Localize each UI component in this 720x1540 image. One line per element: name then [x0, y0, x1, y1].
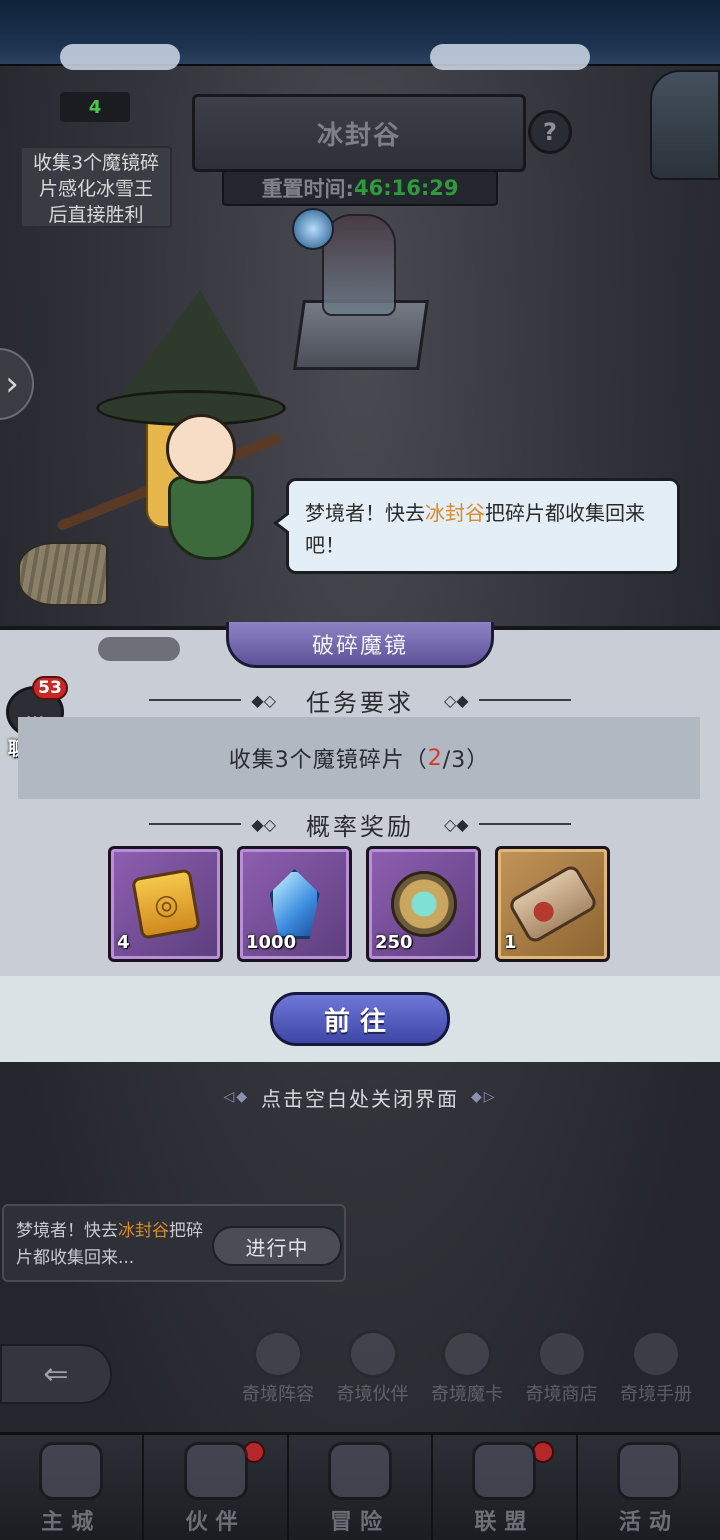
feature-lineup[interactable]: 奇境阵容 — [232, 1330, 324, 1406]
reward-heading: ◆◇ 概率奖励 ◇◆ — [0, 804, 720, 844]
reset-time: 46:16:29 — [353, 176, 459, 200]
heading-line-right — [478, 823, 571, 825]
tracker-text-1: 梦境者！快去 — [16, 1221, 118, 1241]
help-button[interactable]: ? — [528, 110, 572, 154]
diamond-ornament-icon: ◆◇ — [251, 814, 276, 834]
requirement-box: 收集3个魔镜碎片（ 2/3） — [18, 717, 700, 799]
quest-status-button[interactable]: 进行中 — [212, 1226, 342, 1266]
tracker-location-highlight: 冰封谷 — [118, 1221, 169, 1241]
rune-token-icon: ◎ — [130, 868, 201, 940]
progress-current: 2 — [427, 745, 443, 771]
reset-label: 重置时间: — [261, 177, 354, 201]
panel-pill-decoration — [98, 637, 180, 661]
cards-icon — [616, 1442, 681, 1500]
feature-handbook[interactable]: 奇境手册 — [610, 1330, 702, 1406]
nav-main-city[interactable]: 主城 — [0, 1435, 145, 1540]
victory-goal-text: 收集3个魔镜碎片感化冰雪王后直接胜利 — [20, 146, 172, 228]
chess-icon — [253, 1330, 303, 1378]
feature-label: 奇境手册 — [620, 1384, 692, 1405]
level-badge: 4 — [60, 92, 130, 122]
feature-shop[interactable]: 奇境商店 — [516, 1330, 608, 1406]
reward-item[interactable]: 1000 — [237, 846, 352, 962]
shield-icon — [472, 1442, 537, 1500]
reward-item[interactable]: 250 — [366, 846, 481, 962]
broom-head — [18, 542, 108, 606]
question-icon: ? — [543, 118, 557, 146]
map-title: 冰封谷 — [316, 120, 401, 151]
nav-partner[interactable]: 伙伴 — [144, 1435, 289, 1540]
goto-button[interactable]: 前往 — [270, 992, 450, 1046]
nav-alliance[interactable]: 联盟 — [433, 1435, 578, 1540]
diamond-ornament-icon: ◆◇ — [251, 690, 276, 710]
speech-text-1: 梦境者！快去 — [305, 501, 425, 525]
night-sky-strip — [0, 0, 720, 70]
scroll-icon — [506, 862, 599, 946]
spiked-medallion-icon — [390, 871, 457, 937]
reward-item[interactable]: 1 — [495, 846, 610, 962]
reward-heading-text: 概率奖励 — [306, 812, 414, 841]
diamond-ornament-icon: ◇◆ — [444, 814, 469, 834]
heading-line-left — [149, 823, 242, 825]
snow-crystal-icon — [292, 208, 334, 250]
speech-location-highlight: 冰封谷 — [425, 501, 485, 525]
cloud-decoration — [430, 44, 590, 70]
feature-label: 奇境阵容 — [242, 1384, 314, 1405]
reward-quantity: 250 — [375, 932, 413, 953]
compass-icon — [328, 1442, 393, 1500]
quest-tracker[interactable]: 梦境者！快去冰封谷把碎片都收集回来... 进行中 — [2, 1204, 346, 1282]
map-title-plate: 冰封谷 — [192, 94, 526, 172]
requirement-heading-text: 任务要求 — [306, 688, 414, 717]
nav-label: 主城 — [41, 1510, 102, 1535]
reward-list: ◎ 4 1000 250 1 — [108, 846, 610, 962]
reward-quantity: 1000 — [246, 932, 297, 953]
reward-quantity: 4 — [117, 932, 130, 953]
cloud-decoration — [60, 44, 180, 70]
requirement-heading: ◆◇ 任务要求 ◇◆ — [0, 680, 720, 720]
speech-tail-fill — [278, 513, 291, 533]
ice-tower-decoration — [650, 70, 720, 180]
panel-title-tab: 破碎魔镜 — [226, 622, 494, 668]
chevron-right-icon: › — [5, 364, 19, 404]
castle-icon — [39, 1442, 104, 1500]
nav-label: 伙伴 — [185, 1510, 246, 1535]
back-arrow-icon: ⇐ — [43, 1356, 69, 1392]
reset-timer: 重置时间: 46:16:29 — [222, 170, 498, 206]
shop-icon — [536, 1330, 587, 1378]
tracker-text: 梦境者！快去冰封谷把碎片都收集回来... — [16, 1218, 206, 1272]
back-button[interactable]: ⇐ — [0, 1344, 112, 1404]
blue-crystal-icon — [269, 869, 320, 939]
nav-label: 活动 — [618, 1510, 679, 1535]
reward-item[interactable]: ◎ 4 — [108, 846, 223, 962]
progress-total: /3） — [442, 748, 490, 773]
close-hint[interactable]: ◁◆ 点击空白处关闭界面 ◆▷ — [0, 1080, 720, 1114]
ornament-left-icon: ◁◆ — [223, 1089, 249, 1105]
requirement-text: 收集3个魔镜碎片（ — [228, 748, 428, 773]
ornament-right-icon: ◆▷ — [471, 1089, 497, 1105]
reward-quantity: 1 — [504, 932, 517, 953]
feature-label: 奇境商店 — [525, 1384, 598, 1405]
handbook-icon — [631, 1330, 681, 1378]
close-hint-text: 点击空白处关闭界面 — [261, 1086, 459, 1111]
feature-partner[interactable]: 奇境伙伴 — [327, 1330, 419, 1406]
witch-hat-icon — [183, 1442, 248, 1500]
feature-label: 奇境伙伴 — [336, 1384, 409, 1405]
card-icon — [442, 1330, 492, 1378]
heading-line-right — [478, 699, 571, 701]
witch-guide-character — [18, 290, 298, 620]
feature-label: 奇境魔卡 — [431, 1384, 503, 1405]
nav-adventure[interactable]: 冒险 — [289, 1435, 434, 1540]
nav-events[interactable]: 活动 — [578, 1435, 720, 1540]
diamond-ornament-icon: ◇◆ — [444, 690, 469, 710]
feature-cards[interactable]: 奇境魔卡 — [421, 1330, 513, 1406]
nav-label: 联盟 — [474, 1510, 535, 1535]
feature-bar: 奇境阵容 奇境伙伴 奇境魔卡 奇境商店 奇境手册 — [232, 1330, 702, 1406]
panel-title: 破碎魔镜 — [311, 633, 408, 659]
partner-icon — [347, 1330, 398, 1378]
bottom-navigation: 主城 伙伴 冒险 联盟 活动 — [0, 1432, 720, 1540]
witch-body — [168, 476, 254, 560]
witch-face — [166, 414, 236, 484]
guide-speech-bubble: 梦境者！快去冰封谷把碎片都收集回来吧！ — [273, 478, 680, 574]
heading-line-left — [149, 699, 242, 701]
nav-label: 冒险 — [330, 1510, 391, 1535]
